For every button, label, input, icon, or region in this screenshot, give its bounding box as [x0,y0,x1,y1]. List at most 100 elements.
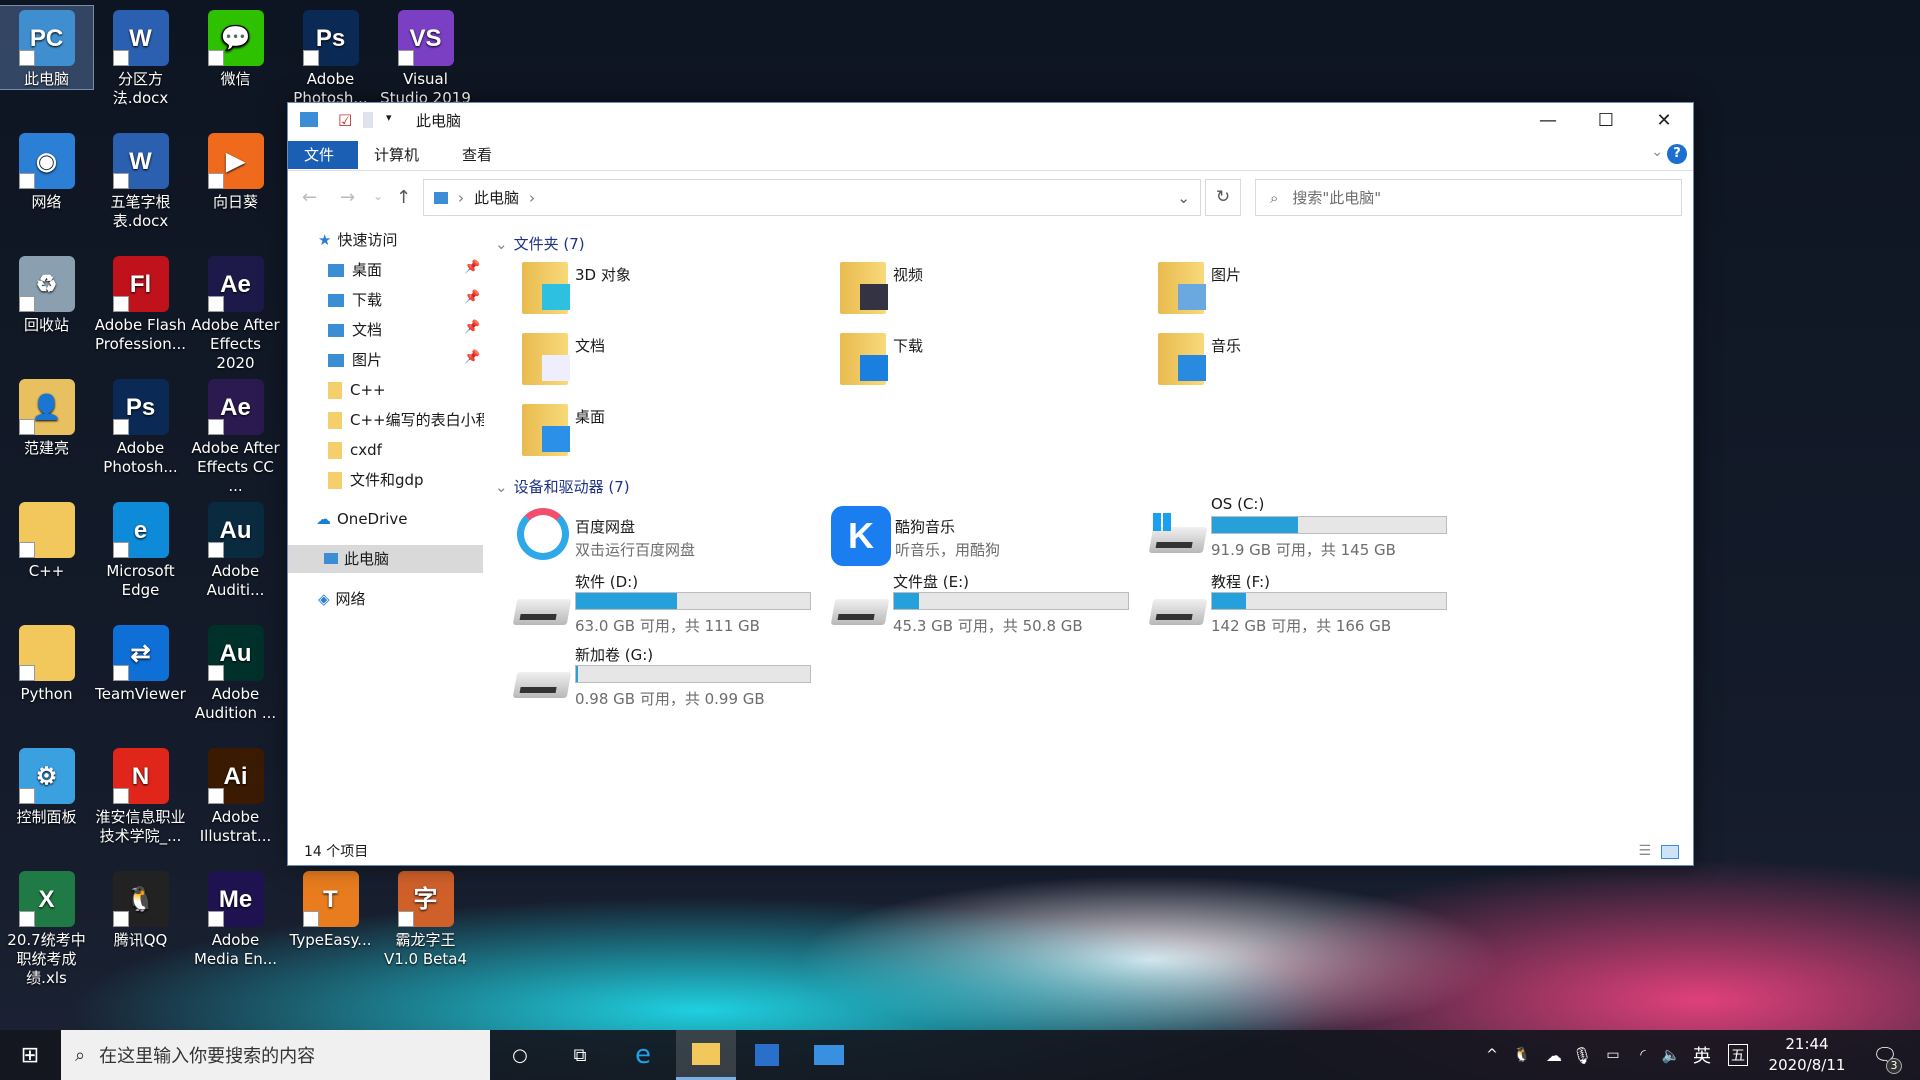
edge-taskbar-icon[interactable]: e [618,1030,668,1080]
folder-item[interactable]: 视频 [838,258,1138,320]
expand-ribbon-icon[interactable]: ⌄ [1651,144,1663,160]
desktop-icon[interactable]: PC 此电脑 [0,5,94,90]
action-center-button[interactable]: 🗨 3 [1860,1030,1910,1080]
volume-icon[interactable]: 🔈 [1658,1030,1684,1080]
nav-item[interactable]: 桌面 [328,256,484,284]
pin-icon[interactable]: 📌 [464,290,480,305]
folders-group-header[interactable]: ⌄ 文件夹 (7) [495,233,1683,253]
drive-item[interactable]: 文件盘 (E:) 45.3 GB 可用，共 50.8 GB [830,569,1141,635]
folder-item[interactable]: 图片 [1156,258,1456,320]
chevron-right-icon[interactable]: › [529,189,535,207]
folder-item[interactable]: 3D 对象 [520,258,820,320]
quick-access-dropdown-icon[interactable]: ▾ [386,111,392,124]
folder-item[interactable]: 文档 [520,329,820,391]
folder-item[interactable]: 桌面 [520,400,820,462]
desktop-icon[interactable]: Ps Adobe Photosh... [94,375,187,477]
store-taskbar-icon[interactable] [742,1030,792,1080]
properties-icon[interactable]: ☑ [338,111,352,130]
breadcrumb-this-pc[interactable]: 此电脑 [474,187,519,208]
desktop-icon[interactable]: 👤 范建亮 [0,375,93,458]
show-hidden-icons-button[interactable]: ^ [1480,1030,1504,1080]
ime-mode-indicator[interactable]: 五 [1724,1030,1752,1080]
desktop-icon[interactable]: X 20.7统考中职统考成绩.xls [0,867,93,988]
nav-item[interactable]: cxdf [328,436,484,464]
desktop-icon[interactable]: Au Adobe Auditi... [189,498,282,600]
recent-locations-icon[interactable]: ⌄ [373,189,383,203]
pin-icon[interactable]: 📌 [464,260,480,275]
devices-group-header[interactable]: ⌄ 设备和驱动器 (7) [495,476,1683,496]
nav-onedrive[interactable]: ☁ OneDrive [316,505,408,533]
up-button[interactable]: ↑ [396,187,411,208]
qq-tray-icon[interactable]: 🐧 [1510,1030,1534,1080]
help-icon[interactable]: ? [1667,144,1687,164]
app-item[interactable]: K 酷狗音乐 听音乐，用酷狗 [831,506,1131,568]
desktop-icon[interactable]: 字霸龙字王V1.0 Beta4 [379,867,472,969]
back-button[interactable]: ← [302,187,317,208]
desktop-icon[interactable]: Ai Adobe Illustrat... [189,744,282,846]
address-dropdown-icon[interactable]: ⌄ [1177,189,1190,207]
new-folder-icon[interactable] [363,112,373,128]
desktop-icon[interactable]: ◉ 网络 [0,129,93,212]
start-button[interactable]: ⊞ [0,1030,60,1080]
desktop-icon[interactable]: Ae Adobe After Effects CC ... [189,375,282,496]
desktop-icon[interactable]: W 分区方法.docx [94,6,187,108]
nav-quick-access[interactable]: ★ 快速访问 [318,226,397,254]
desktop-icon[interactable]: Ae Adobe After Effects 2020 [189,252,282,373]
ime-language-indicator[interactable]: 英 [1688,1030,1716,1080]
large-icons-view-button[interactable] [1661,845,1679,859]
refresh-button[interactable]: ↻ [1205,179,1241,216]
close-button[interactable]: ✕ [1635,103,1693,138]
microphone-icon[interactable]: 🎙 [1570,1030,1594,1080]
desktop-icon[interactable]: ⚙ 控制面板 [0,744,93,827]
pin-icon[interactable]: 📌 [464,320,480,335]
battery-icon[interactable]: ▭ [1600,1030,1626,1080]
app-item[interactable]: 百度网盘 双击运行百度网盘 [513,506,813,568]
task-view-button[interactable]: ⧉ [555,1030,605,1080]
wifi-icon[interactable]: ◜ [1630,1030,1656,1080]
onedrive-tray-icon[interactable]: ☁ [1540,1030,1568,1080]
nav-this-pc[interactable]: 此电脑 [288,545,483,573]
forward-button[interactable]: → [340,187,355,208]
desktop-icon[interactable]: ⇄ TeamViewer [94,621,187,704]
tab-view[interactable]: 查看 [446,141,508,169]
nav-item[interactable]: 图片 [328,346,484,374]
desktop-icon[interactable]: Fl Adobe Flash Profession... [94,252,187,354]
desktop-icon[interactable]: 🐧 腾讯QQ [94,867,187,950]
desktop-icon[interactable]: C++ [0,498,93,581]
pin-icon[interactable]: 📌 [464,350,480,365]
minimize-button[interactable]: — [1519,103,1577,138]
search-input[interactable]: ⌕ 搜索"此电脑" [1255,179,1682,216]
desktop-icon[interactable]: 💬 微信 [189,6,282,89]
drive-item[interactable]: 教程 (F:) 142 GB 可用，共 166 GB [1148,569,1459,635]
desktop-icon[interactable]: ♻ 回收站 [0,252,93,335]
desktop-icon[interactable]: T TypeEasy... [284,867,377,950]
desktop-icon[interactable]: N 淮安信息职业技术学院_... [94,744,187,846]
nav-item[interactable]: C++ [328,376,484,404]
folder-item[interactable]: 音乐 [1156,329,1456,391]
nav-item[interactable]: 下载 [328,286,484,314]
desktop-icon[interactable]: Python [0,621,93,704]
drive-item[interactable]: OS (C:) 91.9 GB 可用，共 145 GB [1148,495,1459,561]
maximize-button[interactable]: ☐ [1577,103,1635,138]
tab-file[interactable]: 文件 [288,141,358,169]
nav-network[interactable]: ◈ 网络 [318,585,366,613]
details-view-button[interactable]: ☰ [1638,843,1651,859]
desktop-icon[interactable]: Ps Adobe Photosh... [284,6,377,108]
drive-item[interactable]: 软件 (D:) 63.0 GB 可用，共 111 GB [512,569,823,635]
nav-item[interactable]: 文档 [328,316,484,344]
desktop-icon[interactable]: Me Adobe Media En... [189,867,282,969]
desktop-icon[interactable]: Au Adobe Audition ... [189,621,282,723]
folder-item[interactable]: 下载 [838,329,1138,391]
drive-item[interactable]: 新加卷 (G:) 0.98 GB 可用，共 0.99 GB [512,642,823,708]
nav-item[interactable]: 文件和gdp [328,466,484,494]
mail-taskbar-icon[interactable] [804,1030,854,1080]
nav-item[interactable]: C++编写的表白小程 [328,406,484,434]
cortana-button[interactable]: ○ [495,1030,545,1080]
desktop-icon[interactable]: VS Visual Studio 2019 [379,6,472,108]
desktop-icon[interactable]: e Microsoft Edge [94,498,187,600]
address-bar[interactable]: › 此电脑 › ⌄ [423,179,1201,216]
desktop-icon[interactable]: ▶ 向日葵 [189,129,282,212]
clock[interactable]: 21:44 2020/8/11 [1760,1030,1854,1080]
taskbar-search-box[interactable]: ⌕ 在这里输入你要搜索的内容 [61,1030,490,1080]
desktop-icon[interactable]: W 五笔字根表.docx [94,129,187,231]
